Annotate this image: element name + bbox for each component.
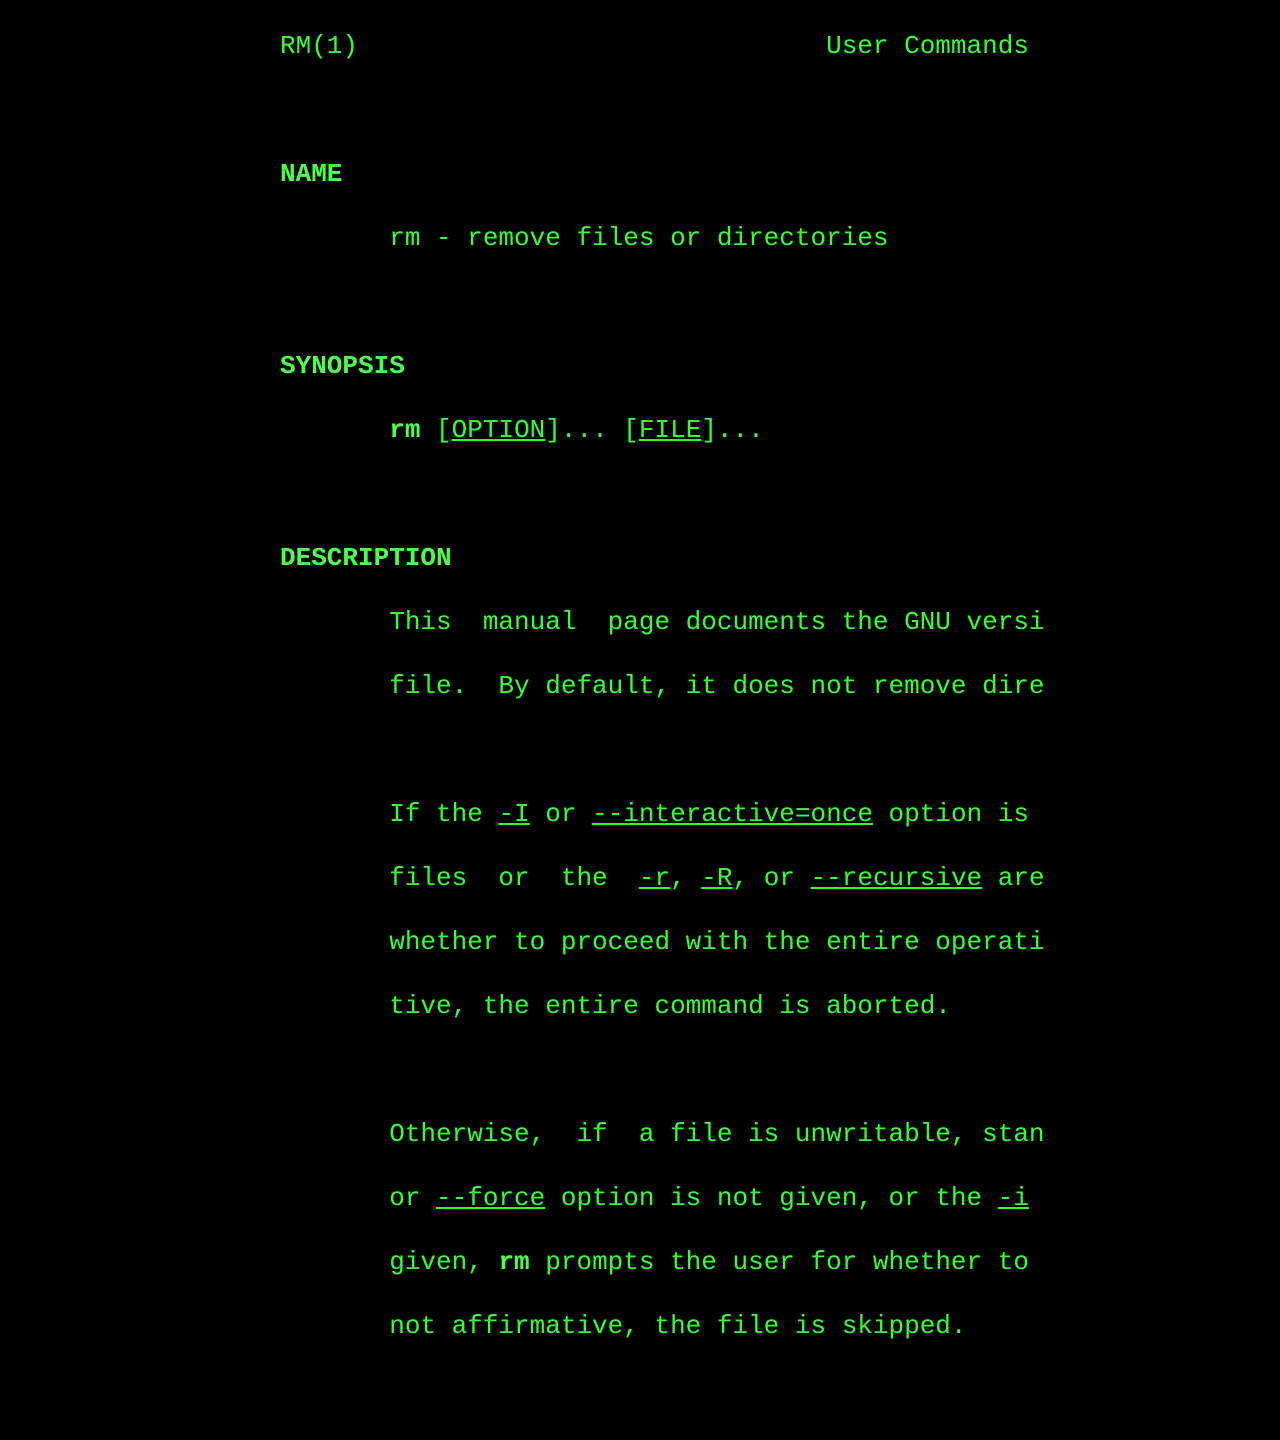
man-page[interactable]: RM(1) User Commands NAME rm - remove fil… <box>280 30 1280 1440</box>
desc-p6: Otherwise, if a file is unwritable, stan <box>280 1118 1280 1150</box>
synopsis-line: rm [OPTION]... [FILE]... <box>280 414 1280 446</box>
cmd-rm: rm <box>498 1247 529 1277</box>
desc-p1b: file. By default, it does not remove dir… <box>280 670 1280 702</box>
synopsis-arg-option: OPTION <box>452 415 546 445</box>
section-options-heading: OPTIONS <box>280 1438 1280 1440</box>
header-left: RM(1) <box>280 31 358 61</box>
desc-p5: tive, the entire command is aborted. <box>280 990 1280 1022</box>
desc-p8: given, rm prompts the user for whether t… <box>280 1246 1280 1278</box>
opt-i: -i <box>998 1183 1029 1213</box>
desc-p2: If the -I or --interactive=once option i… <box>280 798 1280 830</box>
opt-force: --force <box>436 1183 545 1213</box>
header-row: RM(1) User Commands <box>280 30 1280 62</box>
opt-I: -I <box>498 799 529 829</box>
header-center: User Commands <box>826 31 1029 61</box>
opt-recursive: --recursive <box>811 863 983 893</box>
opt-interactive-once: --interactive=once <box>592 799 873 829</box>
section-description-heading: DESCRIPTION <box>280 542 1280 574</box>
section-name-heading: NAME <box>280 158 1280 190</box>
desc-p4: whether to proceed with the entire opera… <box>280 926 1280 958</box>
opt-r: -r <box>639 863 670 893</box>
desc-p1a: This manual page documents the GNU versi <box>280 606 1280 638</box>
opt-R: -R <box>701 863 732 893</box>
section-synopsis-heading: SYNOPSIS <box>280 350 1280 382</box>
synopsis-arg-file: FILE <box>639 415 701 445</box>
desc-p9: not affirmative, the file is skipped. <box>280 1310 1280 1342</box>
name-body: rm - remove files or directories <box>280 222 1280 254</box>
desc-p3: files or the -r, -R, or --recursive are <box>280 862 1280 894</box>
synopsis-cmd: rm <box>389 415 420 445</box>
desc-p7: or --force option is not given, or the -… <box>280 1182 1280 1214</box>
